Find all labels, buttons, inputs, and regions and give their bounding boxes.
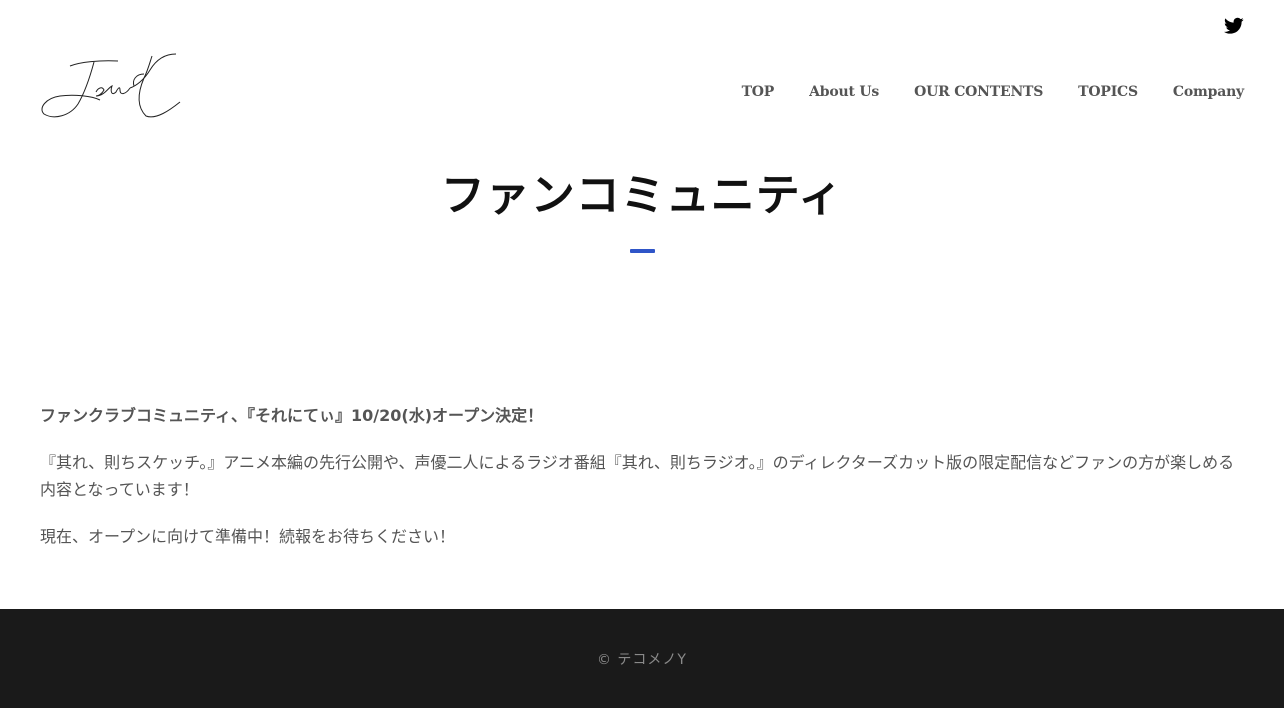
main-nav: TOP About Us OUR CONTENTS TOPICS Company: [742, 82, 1245, 102]
twitter-link[interactable]: [1224, 17, 1244, 37]
hero-divider: [40, 288, 1244, 304]
nav-company[interactable]: Company: [1173, 82, 1244, 102]
article-paragraph: 『其れ、則ちスケッチ。』アニメ本編の先行公開や、声優二人によるラジオ番組『其れ、…: [40, 453, 1235, 499]
nav-our-contents[interactable]: OUR CONTENTS: [914, 82, 1043, 102]
page: TOP About Us OUR CONTENTS TOPICS Company…: [0, 0, 1284, 708]
article-headline: ファンクラブコミュニティ、『それにてぃ』10/20(水)オープン決定！: [40, 406, 544, 425]
nav-about-us[interactable]: About Us: [809, 82, 879, 102]
site-footer: © テコメノY: [0, 609, 1284, 708]
nav-top[interactable]: TOP: [742, 82, 775, 102]
page-title: ファンコミュニティ: [440, 170, 844, 221]
twitter-icon: [1224, 17, 1244, 34]
article-content: ファンクラブコミュニティ、『それにてぃ』10/20(水)オープン決定！ 『其れ、…: [40, 402, 1244, 570]
site-logo[interactable]: [40, 52, 182, 120]
signature-logo-icon: [41, 53, 181, 118]
title-underline: [630, 249, 655, 253]
copyright-text: © テコメノY: [596, 652, 687, 668]
nav-topics[interactable]: TOPICS: [1078, 82, 1138, 102]
article-paragraph: 現在、オープンに向けて準備中！続報をお待ちください！: [40, 527, 456, 546]
